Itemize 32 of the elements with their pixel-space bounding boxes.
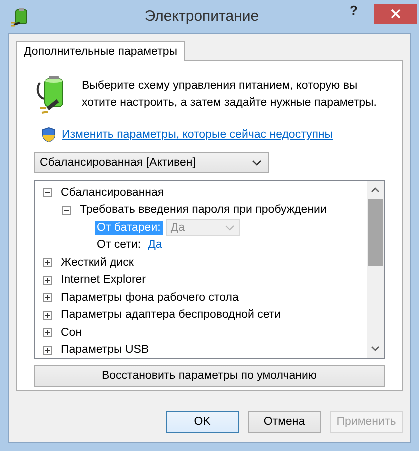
tree-item[interactable]: Требовать введения пароля при пробуждении <box>78 203 329 218</box>
tree-item[interactable]: Жесткий диск <box>59 256 136 270</box>
dialog-button[interactable]: Отмена <box>248 411 321 433</box>
tree-item[interactable]: Internet Explorer <box>59 273 148 288</box>
close-icon <box>390 9 400 19</box>
shield-icon <box>42 127 56 143</box>
tab[interactable]: Дополнительные параметры <box>16 41 184 61</box>
close-button[interactable] <box>374 4 417 24</box>
plus-icon[interactable] <box>43 310 52 320</box>
tree-item[interactable]: Сбалансированная <box>59 186 166 200</box>
tree-item[interactable]: Сон <box>59 326 84 340</box>
dialog-button[interactable]: OK <box>166 411 239 433</box>
minus-icon[interactable] <box>62 206 71 215</box>
restore-defaults-button[interactable]: Восстановить параметры по умолчанию <box>34 365 385 387</box>
chevron-icon <box>252 160 262 166</box>
tree-item[interactable]: Параметры USB <box>59 343 152 358</box>
tree-item[interactable]: Параметры фона рабочего стола <box>59 290 241 305</box>
plus-icon[interactable] <box>43 328 52 338</box>
intro-text: Выберите схему управления питанием, которую вы хотите настроить, а затем задайте нужные параметры. <box>82 79 378 111</box>
help-button[interactable]: ? <box>342 3 366 18</box>
minus-icon[interactable] <box>43 188 52 198</box>
tree-item[interactable]: Параметры адаптера беспроводной сети <box>59 308 284 322</box>
plan-dropdown[interactable]: Сбалансированная [Активен] <box>34 152 269 173</box>
window-title: Электропитание <box>144 8 260 25</box>
chevron-icon <box>224 224 235 231</box>
plus-icon[interactable] <box>43 346 52 355</box>
value-link[interactable]: Да <box>146 239 164 252</box>
admin-link[interactable]: Изменить параметры, которые сейчас недоступны <box>62 129 334 141</box>
plus-icon[interactable] <box>43 258 52 268</box>
setting-label[interactable]: От сети: <box>95 238 144 252</box>
plus-icon[interactable] <box>43 293 52 302</box>
plus-icon[interactable] <box>43 276 52 285</box>
